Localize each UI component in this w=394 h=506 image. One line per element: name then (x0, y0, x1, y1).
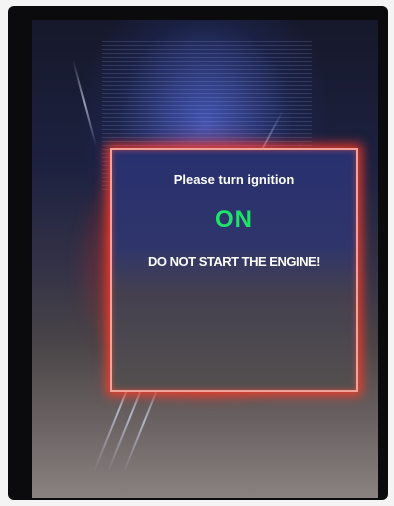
instruction-text: Please turn ignition (173, 172, 295, 187)
ignition-dialog: Please turn ignition ON DO NOT START THE… (110, 148, 358, 392)
device-frame: Please turn ignition ON DO NOT START THE… (8, 6, 388, 500)
warning-text: DO NOT START THE ENGINE! (148, 254, 320, 269)
display-screen: Please turn ignition ON DO NOT START THE… (32, 20, 378, 498)
light-streak (72, 59, 98, 147)
ignition-status-text: ON (215, 206, 253, 233)
